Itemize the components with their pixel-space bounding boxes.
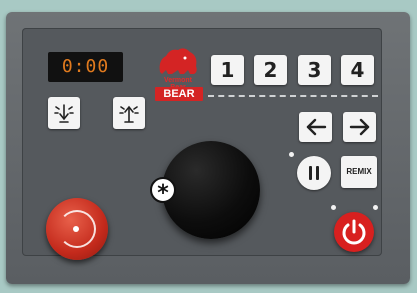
bear-icon (159, 48, 197, 74)
preset-2-button[interactable]: 2 (254, 55, 287, 85)
speed-down-button[interactable] (48, 97, 80, 129)
divider-line (208, 95, 378, 97)
preset-3-button[interactable]: 3 (298, 55, 331, 85)
logo-brand-label: BEAR (155, 87, 203, 101)
power-indicator-led-right (373, 205, 378, 210)
remix-button[interactable]: REMIX (341, 156, 377, 188)
down-arrow-icon (54, 104, 74, 123)
preset-4-button[interactable]: 4 (341, 55, 374, 85)
forward-button[interactable] (343, 112, 376, 142)
power-icon (342, 219, 366, 245)
arrow-right-icon (349, 118, 369, 136)
pause-button[interactable] (297, 156, 331, 190)
power-button[interactable] (334, 212, 374, 252)
speed-up-button[interactable] (113, 97, 145, 129)
preset-1-button[interactable]: 1 (211, 55, 244, 85)
up-arrow-icon (119, 105, 139, 123)
back-button[interactable] (299, 112, 332, 142)
arrow-left-icon (306, 118, 326, 136)
power-indicator-led-left (331, 205, 336, 210)
pause-icon (309, 166, 319, 180)
knob-marker-icon: * (150, 177, 176, 206)
timer-display: 0:00 (48, 52, 123, 82)
speed-dial-knob[interactable] (162, 141, 260, 239)
stop-dot-icon (73, 226, 79, 232)
pause-indicator-led (289, 152, 294, 157)
logo-line1: Vermont (163, 77, 192, 84)
